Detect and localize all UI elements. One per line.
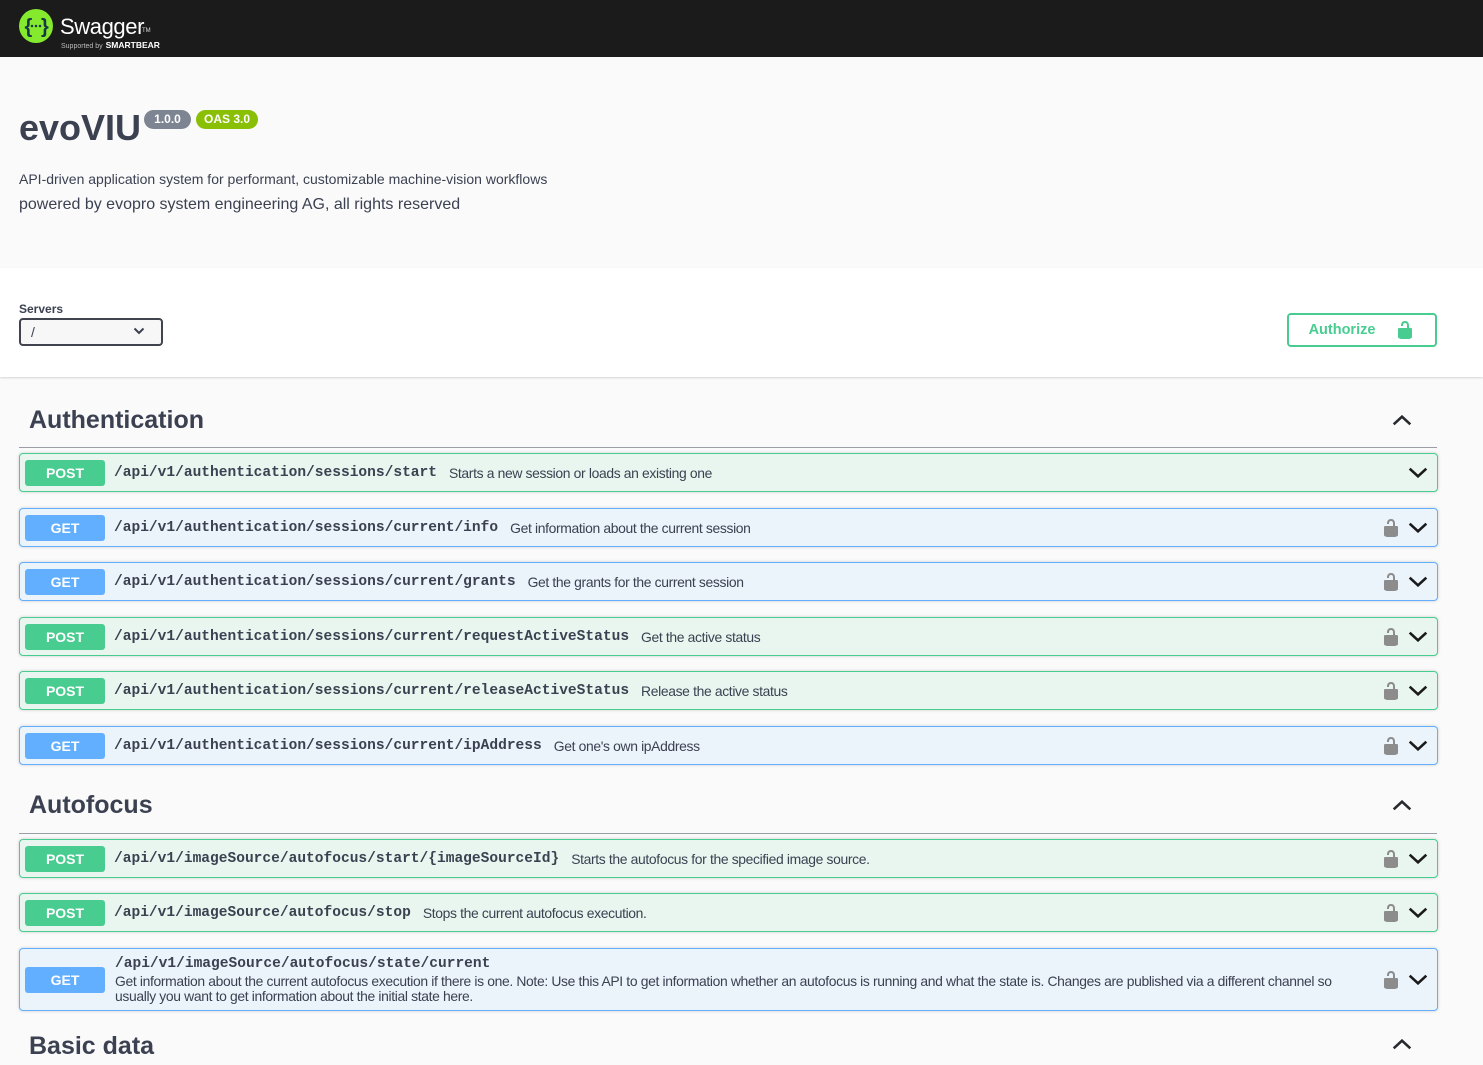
svg-text:}: } [41, 16, 49, 38]
